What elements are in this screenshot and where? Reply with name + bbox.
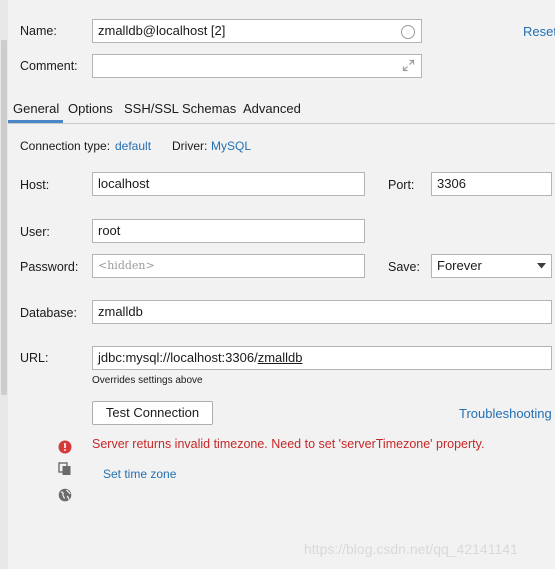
database-value: zmalldb (98, 304, 143, 319)
scrollbar-thumb[interactable] (1, 40, 7, 395)
expand-icon[interactable] (402, 59, 415, 72)
port-value: 3306 (437, 176, 466, 191)
port-input[interactable]: 3306 (431, 172, 552, 196)
connection-type-link[interactable]: default (115, 139, 151, 153)
test-connection-button[interactable]: Test Connection (92, 401, 213, 425)
watermark: https://blog.csdn.net/qq_42141141 (304, 541, 518, 557)
reset-link[interactable]: Reset (523, 24, 555, 39)
password-placeholder: <hidden> (98, 259, 155, 272)
error-icon (58, 440, 72, 454)
database-label: Database: (20, 306, 77, 320)
host-label: Host: (20, 178, 50, 192)
driver-link[interactable]: MySQL (211, 139, 251, 153)
copy-icon[interactable] (58, 462, 72, 476)
url-database: zmalldb (257, 350, 303, 365)
user-value: root (98, 223, 121, 238)
url-input[interactable]: jdbc:mysql://localhost:3306/zmalldb (92, 346, 552, 370)
url-note: Overrides settings above (92, 375, 203, 386)
url-label: URL: (20, 351, 49, 365)
connection-type-label: Connection type: (20, 139, 111, 153)
comment-input[interactable] (92, 54, 422, 78)
tab-divider (8, 123, 555, 124)
url-prefix: jdbc:mysql://localhost:3306/ (98, 350, 258, 365)
user-input[interactable]: root (92, 219, 365, 243)
name-label: Name: (20, 24, 57, 38)
globe-icon[interactable] (58, 488, 72, 502)
set-time-zone-link[interactable]: Set time zone (103, 467, 176, 481)
error-message: Server returns invalid timezone. Need to… (92, 437, 485, 451)
name-input[interactable]: zmalldb@localhost [2] (92, 19, 422, 43)
tab-ssh-ssl[interactable]: SSH/SSL (124, 101, 179, 116)
user-label: User: (20, 225, 50, 239)
tab-advanced[interactable]: Advanced (243, 101, 301, 116)
circle-icon[interactable] (401, 25, 415, 39)
name-value: zmalldb@localhost [2] (98, 23, 226, 38)
comment-label: Comment: (20, 59, 78, 73)
port-label: Port: (388, 178, 415, 192)
driver-label: Driver: (172, 139, 208, 153)
save-label: Save: (388, 260, 420, 274)
tab-general[interactable]: General (13, 101, 59, 116)
troubleshooting-link[interactable]: Troubleshooting (459, 406, 552, 421)
database-input[interactable]: zmalldb (92, 300, 552, 324)
save-value: Forever (437, 258, 482, 273)
host-value: localhost (98, 176, 150, 191)
password-input[interactable]: <hidden> (92, 254, 365, 278)
save-select[interactable]: Forever (431, 254, 552, 278)
password-label: Password: (20, 260, 79, 274)
tab-options[interactable]: Options (68, 101, 113, 116)
tab-schemas[interactable]: Schemas (182, 101, 236, 116)
host-input[interactable]: localhost (92, 172, 365, 196)
dropdown-arrow-icon (537, 263, 546, 269)
